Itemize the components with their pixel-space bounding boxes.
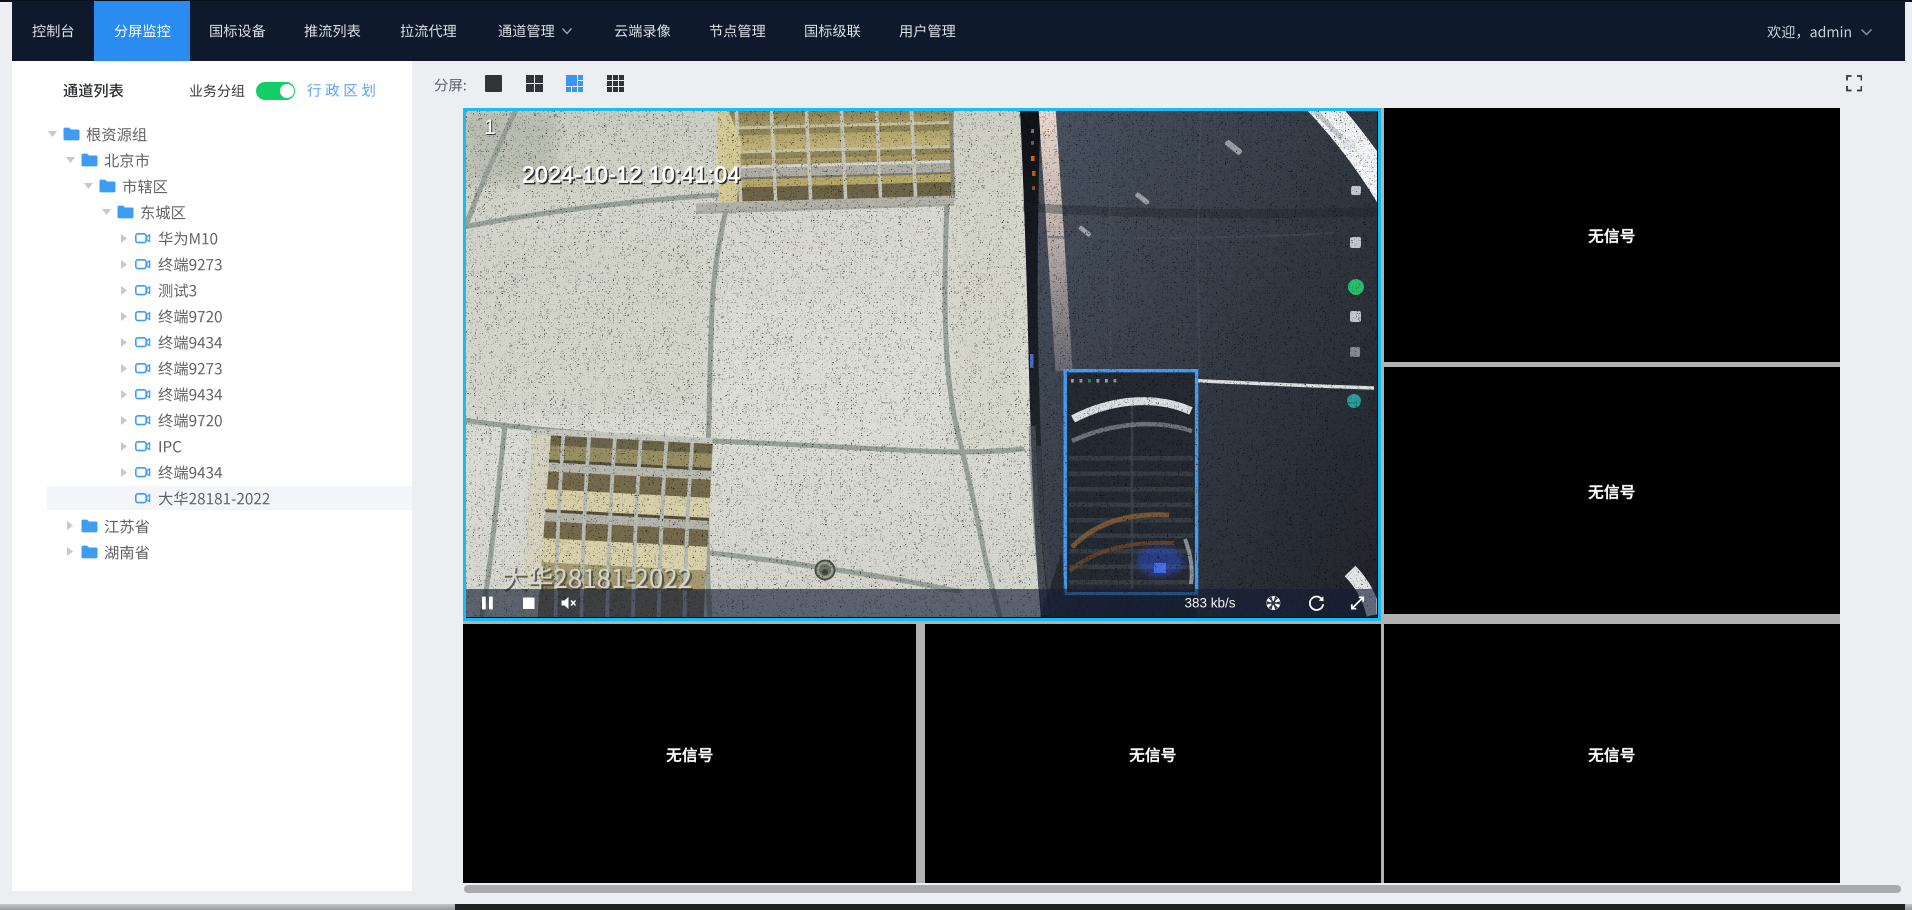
svg-text:383 kb/s: 383 kb/s: [1184, 595, 1235, 610]
svg-text:2024-10-12 10:41:04: 2024-10-12 10:41:04: [522, 161, 740, 187]
svg-text:1: 1: [484, 116, 496, 139]
